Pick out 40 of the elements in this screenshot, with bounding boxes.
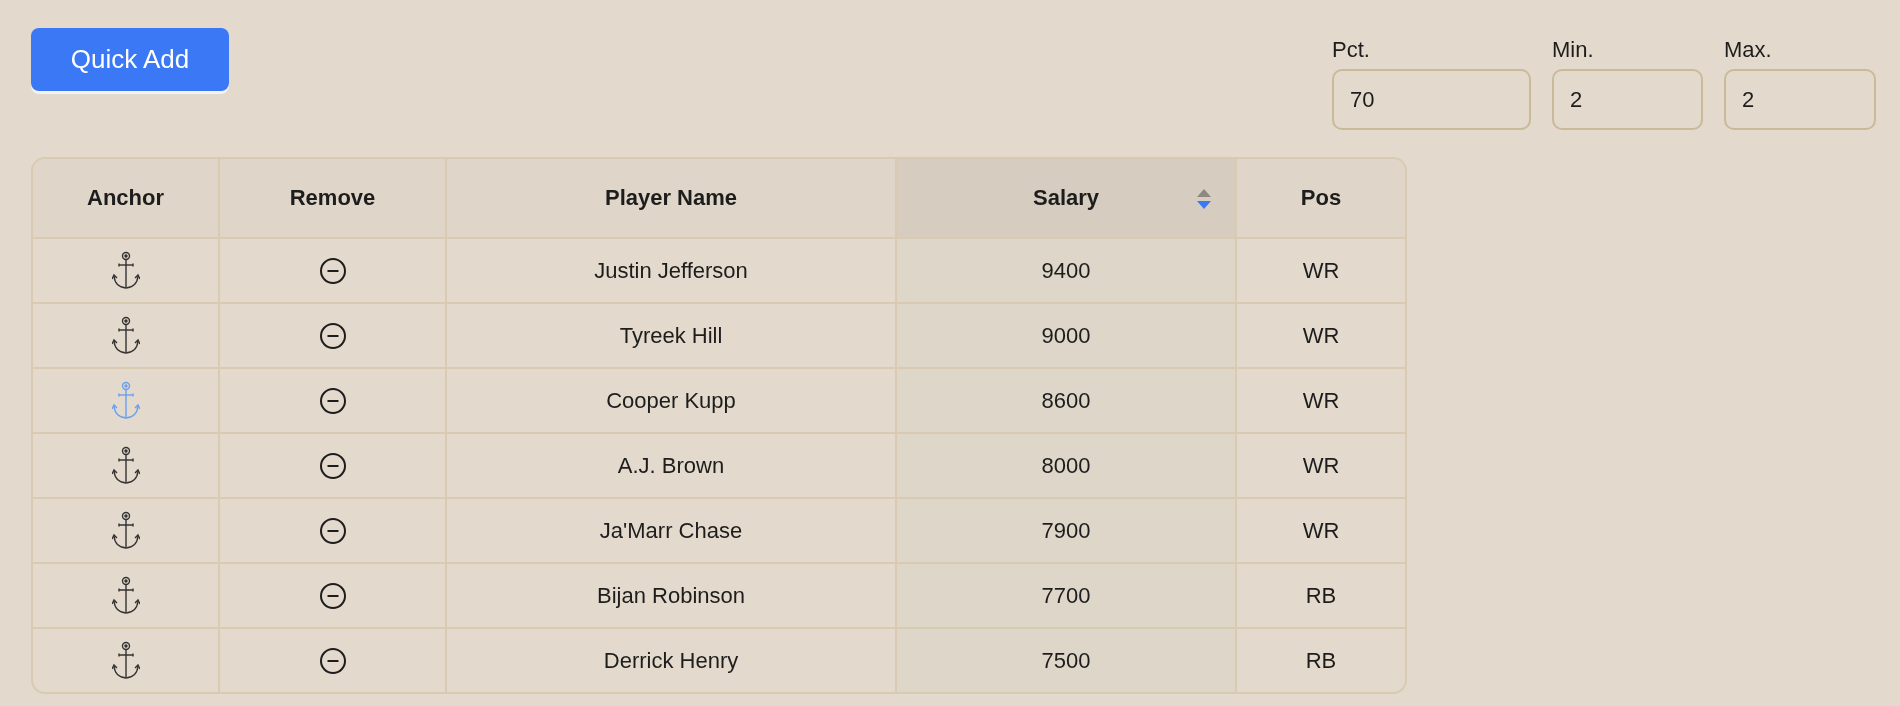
anchor-icon[interactable]: [111, 250, 140, 291]
table-cell: WR: [1235, 239, 1405, 304]
column-header[interactable]: Salary: [895, 159, 1235, 239]
table-cell: 9400: [895, 239, 1235, 304]
table-cell: 7700: [895, 564, 1235, 629]
table-cell: 8000: [895, 434, 1235, 499]
remove-icon[interactable]: [318, 581, 347, 610]
table-cell: WR: [1235, 369, 1405, 434]
anchor-icon[interactable]: [111, 445, 140, 486]
remove-icon[interactable]: [318, 256, 347, 285]
column-header[interactable]: Pos: [1235, 159, 1405, 239]
table-cell: 9000: [895, 304, 1235, 369]
number-field[interactable]: 70: [1332, 69, 1531, 130]
anchor-icon[interactable]: [111, 575, 140, 616]
field-label: Min.: [1552, 37, 1594, 63]
sort-icon[interactable]: [1195, 187, 1213, 211]
table-cell: 8600: [895, 369, 1235, 434]
table-cell: WR: [1235, 304, 1405, 369]
remove-icon[interactable]: [318, 516, 347, 545]
number-field[interactable]: 2: [1724, 69, 1876, 130]
number-field[interactable]: 2: [1552, 69, 1703, 130]
table-cell: WR: [1235, 499, 1405, 564]
quick-add-button[interactable]: Quick Add: [31, 28, 229, 91]
anchor-icon[interactable]: [111, 315, 140, 356]
table-cell: WR: [1235, 434, 1405, 499]
column-header[interactable]: Remove: [218, 159, 445, 239]
table-cell: 7500: [895, 629, 1235, 692]
anchor-icon[interactable]: [111, 510, 140, 551]
remove-icon[interactable]: [318, 321, 347, 350]
column-header[interactable]: Anchor: [33, 159, 218, 239]
anchor-icon[interactable]: [111, 640, 140, 681]
field-label: Pct.: [1332, 37, 1370, 63]
column-header[interactable]: Player Name: [445, 159, 895, 239]
remove-icon[interactable]: [318, 451, 347, 480]
remove-icon[interactable]: [318, 386, 347, 415]
remove-icon[interactable]: [318, 646, 347, 675]
table-cell: RB: [1235, 564, 1405, 629]
field-label: Max.: [1724, 37, 1772, 63]
table-cell: 7900: [895, 499, 1235, 564]
table-cell: RB: [1235, 629, 1405, 692]
